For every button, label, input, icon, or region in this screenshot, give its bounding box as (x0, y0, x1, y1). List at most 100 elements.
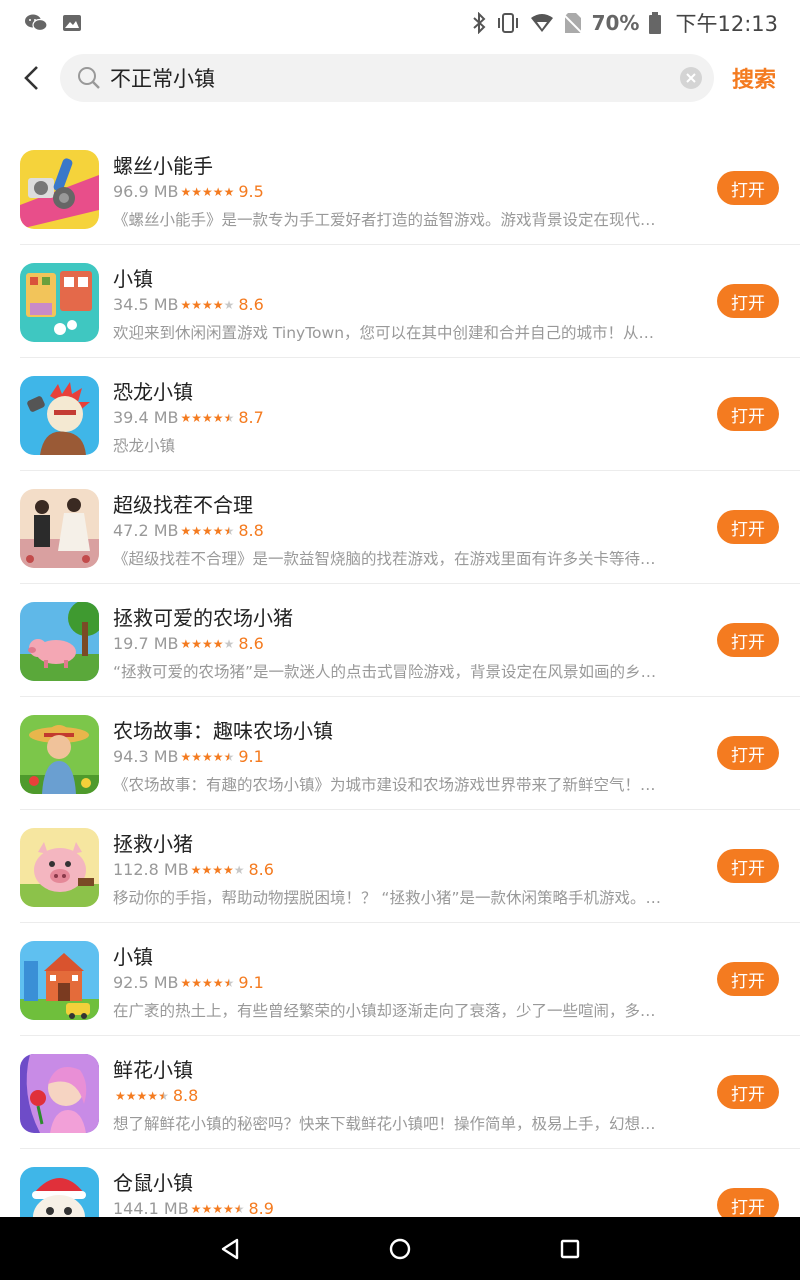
screw-game-icon (20, 150, 99, 229)
search-icon (76, 65, 102, 91)
app-list-item[interactable]: 恐龙小镇 39.4 MB ★ ★ ★ ★ ★ 8.7 恐龙小镇 打开 (20, 358, 800, 471)
app-size: 34.5 MB (113, 295, 179, 314)
app-rating: 8.8 (172, 1086, 199, 1105)
rating-stars: ★ ★ ★ ★ ★ (181, 412, 235, 424)
app-description: 想了解鲜花小镇的秘密吗？快来下载鲜花小镇吧！操作简单，极易上手，幻想… (113, 1115, 656, 1133)
app-name: 超级找茬不合理 (113, 493, 253, 517)
battery-icon (649, 12, 662, 34)
rating-stars: ★ ★ ★ ★ ★ (191, 1203, 245, 1215)
app-size: 112.8 MB (113, 860, 189, 879)
app-name: 螺丝小能手 (113, 154, 213, 178)
app-list-item[interactable]: 小镇 34.5 MB ★ ★ ★ ★ ★ 8.6 欢迎来到休闲闲置游戏 TinyTown… (20, 245, 800, 358)
clear-icon[interactable] (680, 67, 702, 89)
open-button[interactable]: 打开 (717, 284, 779, 318)
nav-recents-button[interactable] (550, 1229, 590, 1269)
search-button[interactable]: 搜索 (732, 62, 776, 94)
app-description: 移动你的手指，帮助动物摆脱困境！？ “拯救小猪”是一款休闲策略手机游戏。… (113, 889, 661, 907)
search-box[interactable] (60, 54, 714, 102)
star-icon: ★ (115, 1088, 126, 1103)
star-icon: ★ (191, 636, 203, 651)
star-icon: ★ (202, 523, 213, 538)
open-button[interactable]: 打开 (717, 962, 779, 996)
rating-stars: ★ ★ ★ ★ ★ (181, 977, 235, 989)
open-button[interactable]: 打开 (717, 849, 779, 883)
star-icon: ★ (212, 975, 224, 990)
star-icon: ★ (191, 975, 203, 990)
app-description: 欢迎来到休闲闲置游戏 TinyTown，您可以在其中创建和合并自己的城市！从… (113, 324, 655, 342)
star-icon: ★ (180, 636, 192, 651)
star-icon: ★ (223, 297, 235, 312)
app-size: 94.3 MB (113, 747, 179, 766)
app-meta: 112.8 MB ★ ★ ★ ★ ★ 8.6 (113, 860, 274, 879)
star-icon: ★ (202, 410, 213, 425)
app-list-item[interactable]: 仓鼠小镇 144.1 MB ★ ★ ★ ★ ★ 8.9 打开 (20, 1149, 800, 1217)
star-icon: ★ (223, 749, 235, 764)
app-list-item[interactable]: 鲜花小镇 ★ ★ ★ ★ ★ 8.8 想了解鲜花小镇的秘密吗？快来下载鲜花小镇吧！操作简… (20, 1036, 800, 1149)
gallery-icon (62, 14, 82, 32)
star-icon: ★ (180, 975, 192, 990)
star-icon: ★ (223, 975, 235, 990)
star-icon: ★ (201, 862, 213, 877)
app-list-item[interactable]: 农场故事：趣味农场小镇 94.3 MB ★ ★ ★ ★ ★ 9.1 《农场故事：有趣的农… (20, 697, 800, 810)
app-meta: 19.7 MB ★ ★ ★ ★ ★ 8.6 (113, 634, 264, 653)
nav-back-button[interactable] (210, 1229, 250, 1269)
app-name: 拯救小猪 (113, 832, 193, 856)
town-building-icon (20, 941, 99, 1020)
star-icon: ★ (180, 523, 192, 538)
vibrate-icon (496, 12, 520, 34)
app-rating: 8.6 (238, 295, 264, 314)
open-button[interactable]: 打开 (717, 1188, 779, 1217)
star-icon: ★ (212, 184, 224, 199)
nav-home-button[interactable] (380, 1229, 420, 1269)
star-icon: ★ (147, 1088, 159, 1103)
app-list-item[interactable]: 超级找茬不合理 47.2 MB ★ ★ ★ ★ ★ 8.8 《超级找茬不合理》是一款益智… (20, 471, 800, 584)
app-description: 《农场故事：有趣的农场小镇》为城市建设和农场游戏世界带来了新鲜空气！… (113, 776, 656, 794)
app-size: 39.4 MB (113, 408, 179, 427)
search-results-list: 螺丝小能手 96.9 MB ★ ★ ★ ★ ★ 9.5 《螺丝小能手》是一款专为手工爱好… (0, 132, 800, 1217)
star-icon: ★ (223, 410, 235, 425)
star-icon: ★ (180, 410, 192, 425)
app-description: 《超级找茬不合理》是一款益智烧脑的找茬游戏，在游戏里面有许多关卡等待… (113, 550, 656, 568)
star-icon: ★ (223, 636, 235, 651)
star-icon: ★ (191, 297, 203, 312)
app-name: 小镇 (113, 945, 153, 969)
app-list-item[interactable]: 小镇 92.5 MB ★ ★ ★ ★ ★ 9.1 在广袤的热土上，有些曾经繁荣的小镇却逐… (20, 923, 800, 1036)
app-list-item[interactable]: 拯救小猪 112.8 MB ★ ★ ★ ★ ★ 8.6 移动你的手指，帮助动物摆脱困境！… (20, 810, 800, 923)
app-size: 144.1 MB (113, 1199, 189, 1217)
star-icon: ★ (191, 410, 203, 425)
circle-home-icon (389, 1238, 411, 1259)
star-icon: ★ (190, 1201, 202, 1216)
open-button[interactable]: 打开 (717, 623, 779, 657)
rating-stars: ★ ★ ★ ★ ★ (181, 186, 235, 198)
navigation-bar (0, 1217, 800, 1280)
open-button[interactable]: 打开 (717, 736, 779, 770)
app-meta: 47.2 MB ★ ★ ★ ★ ★ 8.8 (113, 521, 264, 540)
star-icon: ★ (212, 1201, 223, 1216)
star-icon: ★ (125, 1088, 137, 1103)
search-input[interactable] (110, 66, 680, 90)
open-button[interactable]: 打开 (717, 1075, 779, 1109)
no-sim-icon (563, 12, 582, 34)
app-list-item[interactable]: 螺丝小能手 96.9 MB ★ ★ ★ ★ ★ 9.5 《螺丝小能手》是一款专为手工爱好… (20, 132, 800, 245)
app-name: 农场故事：趣味农场小镇 (113, 719, 333, 743)
rating-stars: ★ ★ ★ ★ ★ (181, 525, 235, 537)
star-icon: ★ (212, 523, 224, 538)
search-header: 搜索 (0, 46, 800, 110)
open-button[interactable]: 打开 (717, 397, 779, 431)
square-recents-icon (560, 1239, 580, 1258)
app-list-item[interactable]: 拯救可爱的农场小猪 19.7 MB ★ ★ ★ ★ ★ 8.6 “拯救可爱的农场猪”是一… (20, 584, 800, 697)
star-icon: ★ (191, 523, 203, 538)
app-size: 47.2 MB (113, 521, 179, 540)
back-button[interactable] (4, 50, 60, 106)
back-arrow-icon (24, 66, 38, 90)
open-button[interactable]: 打开 (717, 510, 779, 544)
clock: 下午12:13 (675, 12, 778, 36)
status-bar: 70% 下午12:13 (0, 0, 800, 46)
open-button[interactable]: 打开 (717, 171, 779, 205)
app-name: 拯救可爱的农场小猪 (113, 606, 293, 630)
rating-stars: ★ ★ ★ ★ ★ (115, 1090, 169, 1102)
star-icon: ★ (223, 523, 235, 538)
app-rating: 8.9 (248, 1199, 274, 1217)
app-size: 19.7 MB (113, 634, 179, 653)
app-meta: 92.5 MB ★ ★ ★ ★ ★ 9.1 (113, 973, 264, 992)
